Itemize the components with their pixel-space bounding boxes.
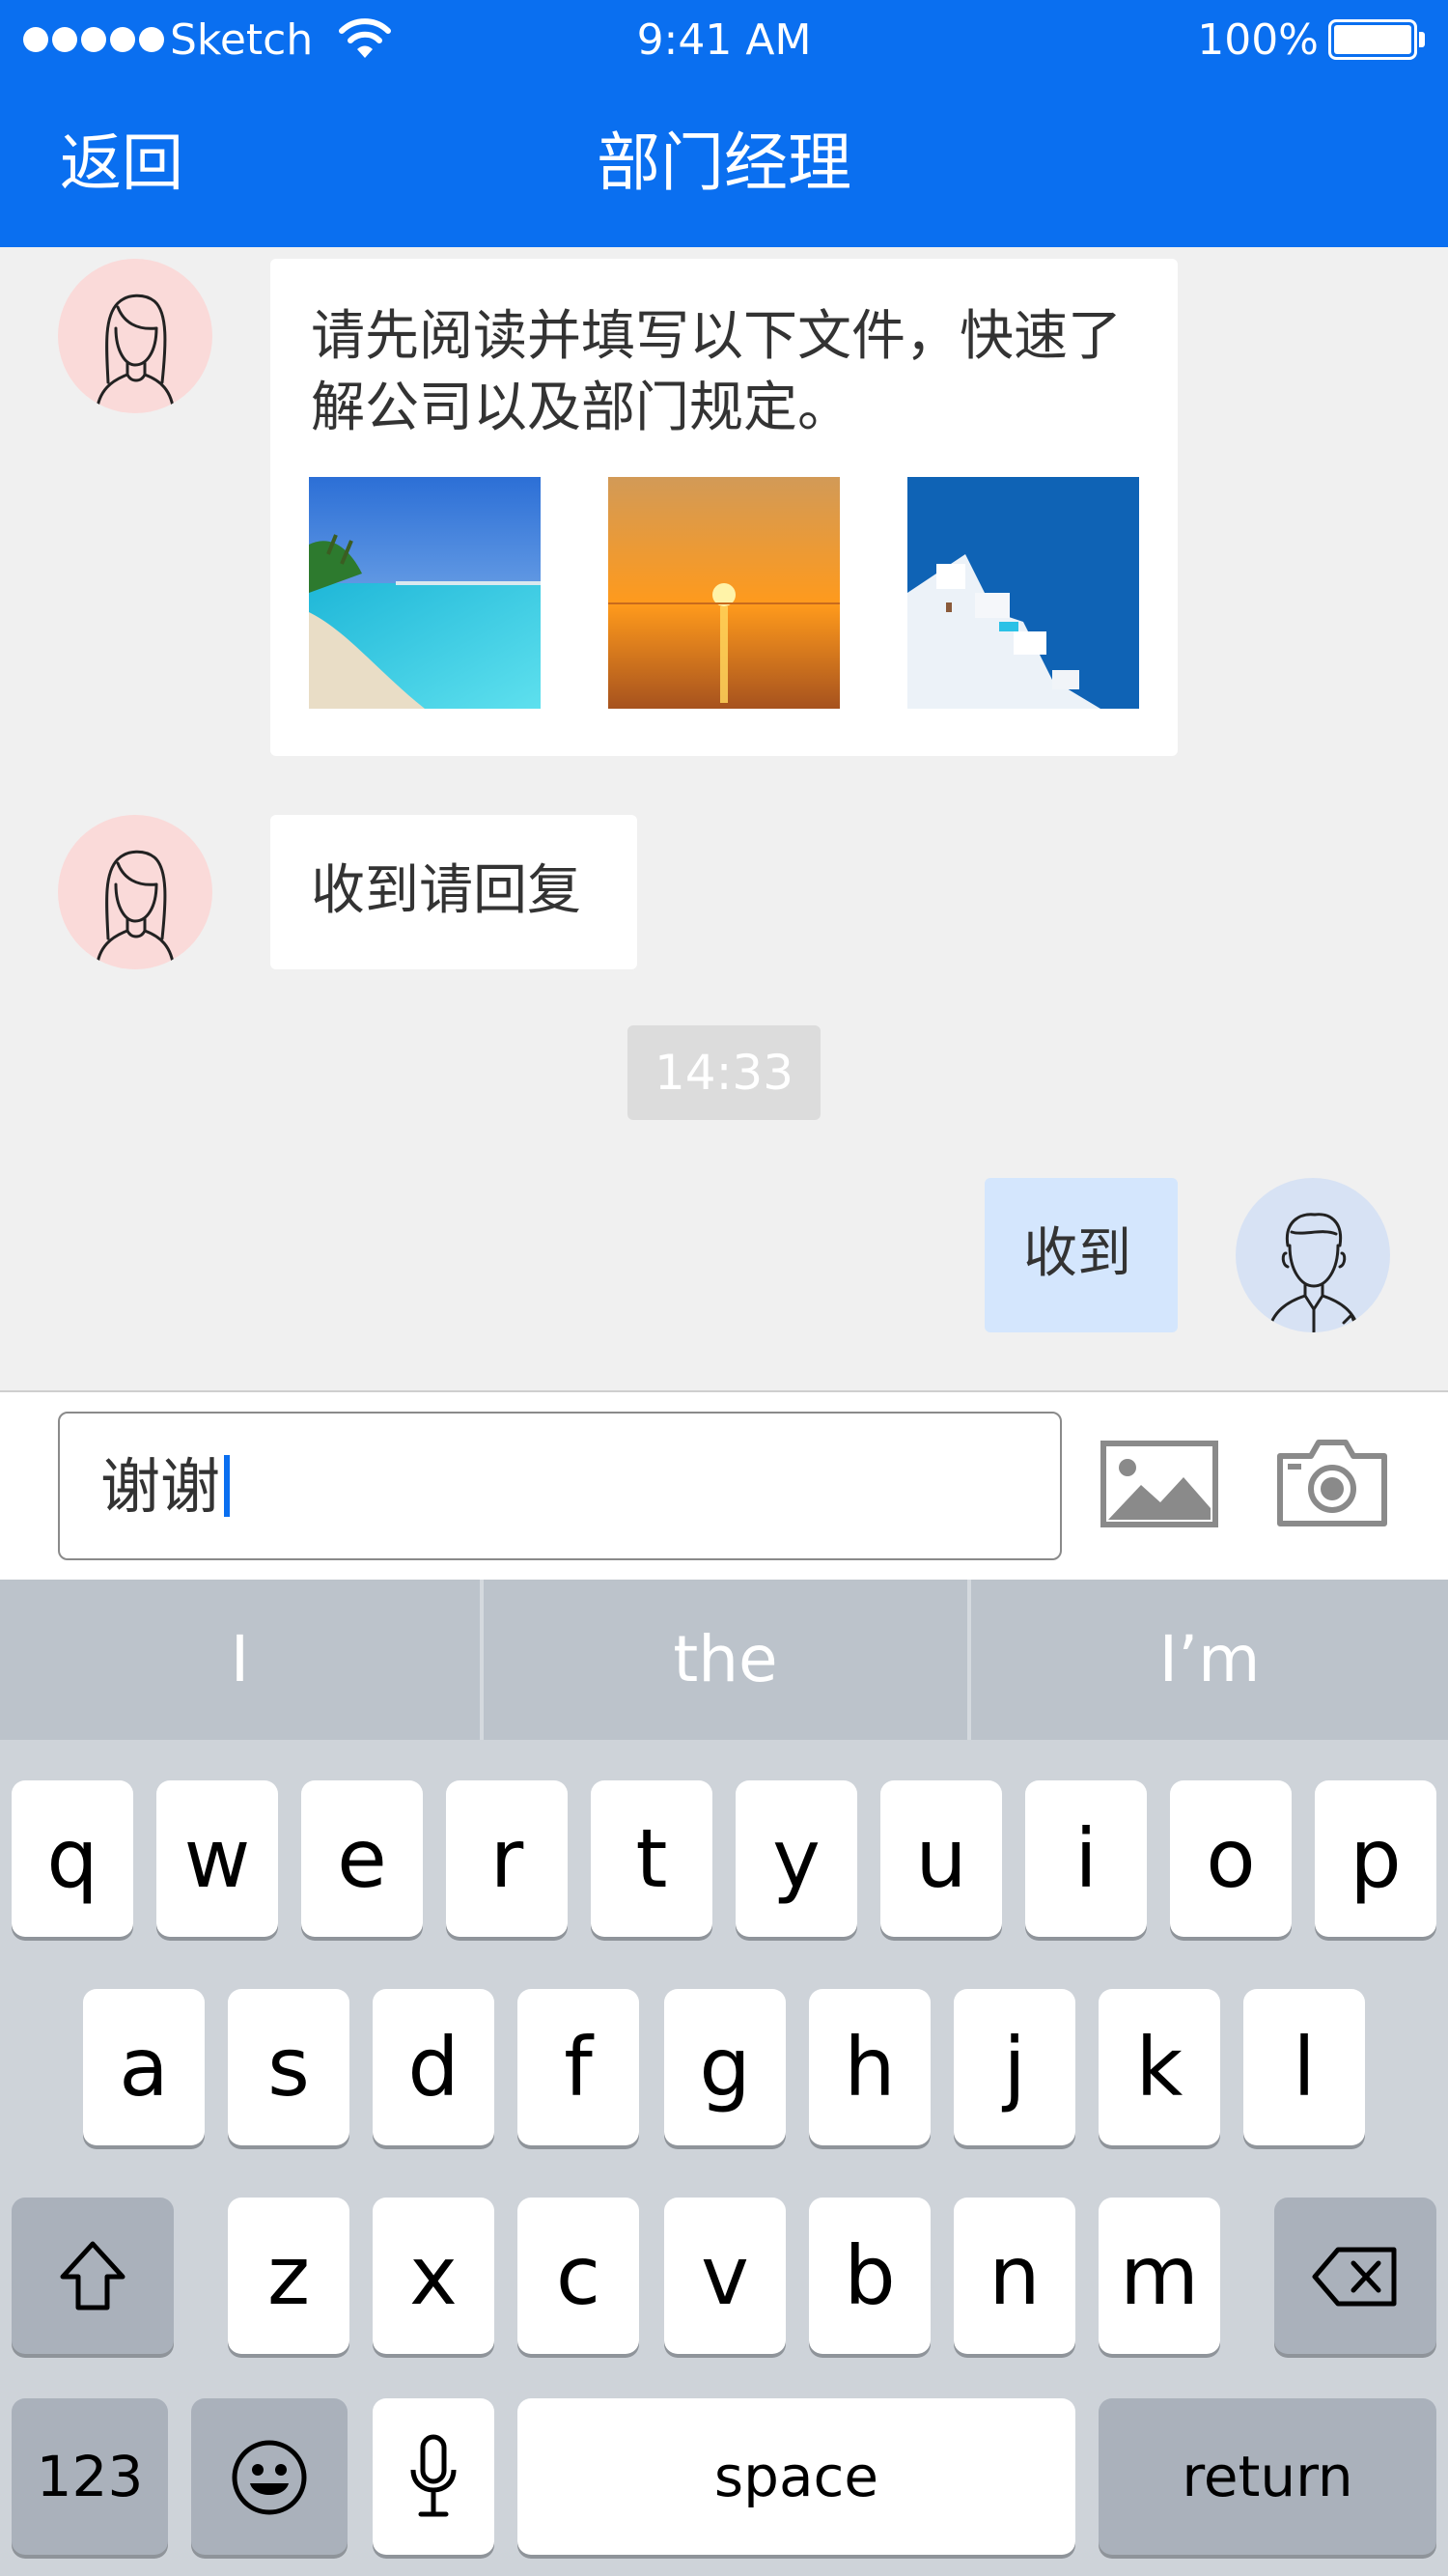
key-y[interactable]: y [736, 1780, 857, 1937]
message-input-value: 谢谢 [100, 1450, 231, 1524]
message-input[interactable]: 谢谢 [58, 1412, 1062, 1560]
microphone-icon [410, 2434, 457, 2517]
space-key[interactable]: space [517, 2398, 1075, 2555]
key-k[interactable]: k [1099, 1989, 1220, 2145]
message-bubble-incoming[interactable]: 收到请回复 [270, 815, 637, 969]
manager-avatar[interactable] [58, 815, 212, 969]
battery-percent: 100% [1197, 15, 1319, 65]
return-key[interactable]: return [1099, 2398, 1436, 2555]
chat-screen: Sketch 9:41 AM 100% 返回 部门经理 请先阅读并填写以下文件，… [0, 0, 1448, 2576]
sunset-photo[interactable] [608, 477, 840, 709]
key-q[interactable]: q [12, 1780, 133, 1937]
image-icon[interactable] [1100, 1441, 1218, 1527]
signal-dots-icon [23, 27, 164, 52]
text-caret [224, 1455, 231, 1517]
suggestion-item[interactable]: I’m [971, 1580, 1448, 1740]
header: Sketch 9:41 AM 100% 返回 部门经理 [0, 0, 1448, 247]
key-w[interactable]: w [156, 1780, 278, 1937]
key-t[interactable]: t [591, 1780, 712, 1937]
key-x[interactable]: x [373, 2198, 494, 2354]
key-f[interactable]: f [517, 1989, 639, 2145]
key-e[interactable]: e [301, 1780, 423, 1937]
carrier-label: Sketch [170, 15, 314, 65]
female-avatar-icon [95, 294, 176, 413]
key-p[interactable]: p [1315, 1780, 1436, 1937]
camera-icon[interactable] [1276, 1435, 1388, 1527]
key-b[interactable]: b [809, 2198, 931, 2354]
key-z[interactable]: z [228, 2198, 349, 2354]
shift-icon [60, 2241, 125, 2310]
key-g[interactable]: g [664, 1989, 786, 2145]
key-m[interactable]: m [1099, 2198, 1220, 2354]
key-h[interactable]: h [809, 1989, 931, 2145]
my-avatar[interactable] [1236, 1178, 1390, 1332]
key-v[interactable]: v [664, 2198, 786, 2354]
page-title: 部门经理 [597, 126, 851, 200]
message-bubble-outgoing[interactable]: 收到 [985, 1178, 1178, 1332]
key-a[interactable]: a [83, 1989, 205, 2145]
message-text: 收到 [1023, 1222, 1131, 1285]
input-bar: 谢谢 [0, 1390, 1448, 1580]
message-text: 请先阅读并填写以下文件，快速了解公司以及部门规定。 [311, 305, 1122, 439]
keyboard: q w e r t y u i o p a s d f g h j k l z … [0, 1740, 1448, 2576]
message-bubble-incoming[interactable]: 请先阅读并填写以下文件，快速了解公司以及部门规定。 [270, 259, 1178, 756]
key-n[interactable]: n [954, 2198, 1075, 2354]
numbers-key[interactable]: 123 [12, 2398, 168, 2555]
male-avatar-icon [1267, 1213, 1361, 1332]
female-avatar-icon [95, 850, 176, 969]
key-o[interactable]: o [1170, 1780, 1292, 1937]
emoji-key[interactable] [191, 2398, 348, 2555]
key-u[interactable]: u [880, 1780, 1002, 1937]
keyboard-suggestions: I the I’m [0, 1580, 1448, 1740]
key-s[interactable]: s [228, 1989, 349, 2145]
manager-avatar[interactable] [58, 259, 212, 413]
santorini-photo[interactable] [907, 477, 1139, 709]
battery-icon [1328, 19, 1425, 60]
key-j[interactable]: j [954, 1989, 1075, 2145]
microphone-key[interactable] [373, 2398, 494, 2555]
message-text: 收到请回复 [311, 859, 581, 922]
shift-key[interactable] [12, 2198, 174, 2354]
suggestion-item[interactable]: I [0, 1580, 480, 1740]
wifi-icon [339, 18, 391, 58]
timestamp-badge: 14:33 [627, 1025, 821, 1120]
delete-key[interactable] [1274, 2198, 1436, 2354]
delete-icon [1312, 2247, 1397, 2307]
key-r[interactable]: r [446, 1780, 568, 1937]
status-time: 9:41 AM [636, 15, 812, 65]
key-c[interactable]: c [517, 2198, 639, 2354]
back-button[interactable]: 返回 [60, 129, 183, 199]
key-d[interactable]: d [373, 1989, 494, 2145]
emoji-icon [232, 2440, 307, 2515]
beach-photo[interactable] [309, 477, 541, 709]
suggestion-item[interactable]: the [484, 1580, 967, 1740]
key-i[interactable]: i [1025, 1780, 1147, 1937]
key-l[interactable]: l [1243, 1989, 1365, 2145]
